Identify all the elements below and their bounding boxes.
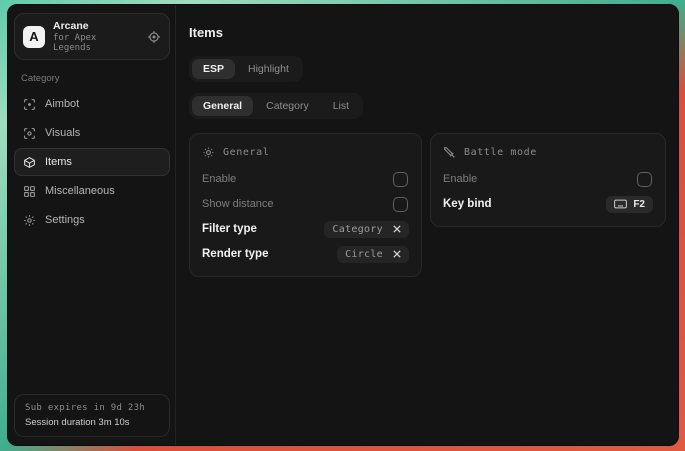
sidebar-item-miscellaneous[interactable]: Miscellaneous bbox=[14, 177, 170, 205]
show-distance-checkbox[interactable] bbox=[393, 197, 408, 212]
app-subtitle: for Apex Legends bbox=[53, 33, 139, 53]
setting-row-enable: Enable bbox=[443, 167, 653, 191]
setting-row-filter-type: Filter type Category bbox=[202, 217, 409, 241]
app-name: Arcane bbox=[53, 20, 139, 32]
setting-row-render-type: Render type Circle bbox=[202, 242, 409, 266]
battle-mode-card: Battle mode Enable Key bind bbox=[430, 133, 666, 227]
setting-row-enable: Enable bbox=[202, 167, 409, 191]
tab-highlight[interactable]: Highlight bbox=[237, 59, 300, 79]
tab-esp[interactable]: ESP bbox=[192, 59, 235, 79]
tab-category[interactable]: Category bbox=[255, 96, 320, 116]
setting-label: Filter type bbox=[202, 223, 257, 235]
sidebar-item-label: Miscellaneous bbox=[45, 185, 115, 197]
gear-icon bbox=[23, 214, 36, 227]
battle-enable-checkbox[interactable] bbox=[637, 172, 652, 187]
grid-icon bbox=[23, 185, 36, 198]
profile-card[interactable]: A Arcane for Apex Legends bbox=[14, 13, 170, 60]
box-icon bbox=[23, 156, 36, 169]
sidebar-item-label: Aimbot bbox=[45, 98, 79, 110]
setting-row-key-bind: Key bind F2 bbox=[443, 192, 653, 216]
sub-expires-text: Sub expires in 9d 23h bbox=[25, 403, 159, 413]
cards-row: General Enable Show distance Filter type… bbox=[189, 133, 666, 277]
setting-label: Show distance bbox=[202, 198, 274, 210]
session-card: Sub expires in 9d 23h Session duration 3… bbox=[14, 394, 170, 437]
enable-checkbox[interactable] bbox=[393, 172, 408, 187]
close-icon[interactable] bbox=[393, 250, 401, 258]
app-window: A Arcane for Apex Legends Category bbox=[7, 4, 679, 446]
general-card: General Enable Show distance Filter type… bbox=[189, 133, 422, 277]
sidebar-item-label: Visuals bbox=[45, 127, 80, 139]
tab-list[interactable]: List bbox=[322, 96, 360, 116]
crosshair-icon bbox=[23, 98, 36, 111]
category-label: Category bbox=[21, 73, 163, 84]
setting-label: Enable bbox=[443, 173, 477, 185]
setting-label: Enable bbox=[202, 173, 236, 185]
close-icon[interactable] bbox=[393, 225, 401, 233]
sidebar-nav: Aimbot Visuals Items bbox=[14, 90, 170, 234]
keybind-button[interactable]: F2 bbox=[606, 196, 653, 213]
eye-icon bbox=[23, 127, 36, 140]
selected-value: Circle bbox=[345, 249, 383, 260]
setting-label: Render type bbox=[202, 248, 268, 260]
render-type-select[interactable]: Circle bbox=[337, 246, 409, 263]
sidebar-item-items[interactable]: Items bbox=[14, 148, 170, 176]
sword-icon bbox=[443, 146, 456, 159]
keyboard-icon bbox=[614, 199, 627, 209]
sub-tab-group: General Category List bbox=[189, 93, 363, 119]
session-duration-text: Session duration 3m 10s bbox=[25, 417, 159, 428]
sidebar-item-label: Items bbox=[45, 156, 72, 168]
sidebar: A Arcane for Apex Legends Category bbox=[8, 5, 176, 445]
card-title: Battle mode bbox=[464, 147, 537, 158]
setting-row-show-distance: Show distance bbox=[202, 192, 409, 216]
scope-icon[interactable] bbox=[147, 30, 161, 44]
page-title: Items bbox=[189, 25, 666, 40]
sun-icon bbox=[202, 146, 215, 159]
sidebar-item-aimbot[interactable]: Aimbot bbox=[14, 90, 170, 118]
tab-general[interactable]: General bbox=[192, 96, 253, 116]
sidebar-item-settings[interactable]: Settings bbox=[14, 206, 170, 234]
sidebar-item-label: Settings bbox=[45, 214, 85, 226]
setting-label: Key bind bbox=[443, 198, 492, 210]
app-logo: A bbox=[23, 26, 45, 48]
sidebar-item-visuals[interactable]: Visuals bbox=[14, 119, 170, 147]
card-title: General bbox=[223, 147, 269, 158]
selected-value: Category bbox=[332, 224, 383, 235]
main-panel: Items ESP Highlight General Category Lis… bbox=[176, 5, 678, 445]
keybind-value: F2 bbox=[633, 199, 645, 210]
mode-tab-group: ESP Highlight bbox=[189, 56, 303, 82]
filter-type-select[interactable]: Category bbox=[324, 221, 409, 238]
